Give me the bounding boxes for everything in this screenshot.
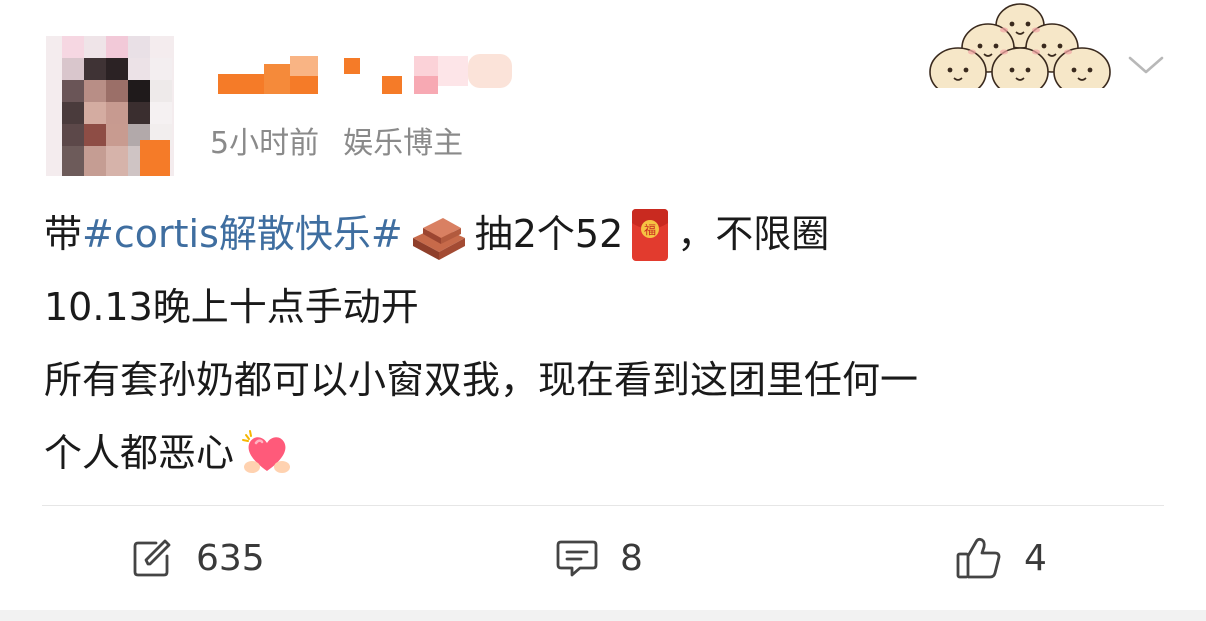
- brick-emoji-icon: [412, 217, 465, 260]
- text-prefix: 带: [44, 212, 83, 256]
- repost-button[interactable]: 635: [132, 534, 265, 582]
- post-line-4-text: 个人都恶心: [44, 431, 235, 475]
- thumbs-up-icon: [956, 537, 1001, 579]
- red-packet-emoji-icon: 福: [632, 208, 669, 261]
- chevron-down-icon[interactable]: [1126, 50, 1166, 80]
- repost-count: 635: [196, 537, 265, 579]
- post-line-1: 带 #cortis解散快乐# 抽2个52 福 ，不限圈: [44, 198, 1164, 271]
- like-count: 4: [1024, 537, 1047, 579]
- username-blurred[interactable]: [218, 52, 518, 100]
- divider: [42, 505, 1164, 506]
- comment-button[interactable]: 8: [556, 534, 643, 582]
- weibo-post-card: 5小时前 娱乐博主 带 #cortis解散快乐# 抽2个52 福 ，不限圈 10…: [0, 0, 1206, 621]
- draw-text: 抽2个52: [474, 212, 624, 256]
- avatar[interactable]: [46, 36, 174, 176]
- author-label: 娱乐博主: [343, 126, 464, 161]
- comment-icon: [556, 540, 598, 577]
- topic-link[interactable]: #cortis解散快乐#: [82, 198, 403, 271]
- like-button[interactable]: 4: [956, 534, 1047, 582]
- post-line-4: 个人都恶心: [44, 417, 1164, 490]
- post-line-2: 10.13晚上十点手动开: [44, 285, 419, 329]
- range-text: ，不限圈: [677, 212, 830, 256]
- repost-icon: [133, 539, 171, 577]
- steamed-bun-sticker-icon: [929, 3, 1111, 88]
- post-time: 5小时前: [210, 126, 320, 161]
- card-separator: [0, 610, 1206, 621]
- heart-hands-emoji-icon: [242, 429, 291, 473]
- comment-count: 8: [620, 537, 643, 579]
- post-line-3: 所有套孙奶都可以小窗双我，现在看到这团里任何一: [44, 358, 919, 402]
- svg-text:福: 福: [644, 222, 656, 237]
- post-text: 带 #cortis解散快乐# 抽2个52 福 ，不限圈 10.13晚上十点手动开 …: [44, 198, 1164, 490]
- post-meta: 5小时前 娱乐博主: [210, 118, 463, 162]
